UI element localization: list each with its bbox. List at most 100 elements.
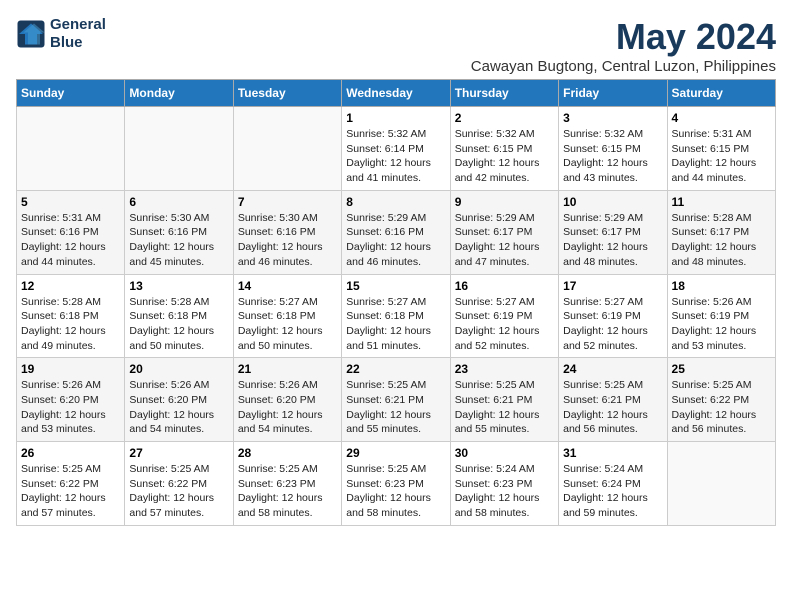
- day-number: 12: [21, 279, 120, 293]
- day-number: 25: [672, 362, 771, 376]
- day-info: Sunrise: 5:32 AM Sunset: 6:14 PM Dayligh…: [346, 127, 445, 186]
- header-day-sunday: Sunday: [17, 80, 125, 107]
- day-info: Sunrise: 5:31 AM Sunset: 6:16 PM Dayligh…: [21, 211, 120, 270]
- calendar-header-row: SundayMondayTuesdayWednesdayThursdayFrid…: [17, 80, 776, 107]
- day-number: 31: [563, 446, 662, 460]
- calendar-cell: 8 Sunrise: 5:29 AM Sunset: 6:16 PM Daylig…: [342, 190, 450, 274]
- calendar-cell: [125, 107, 233, 191]
- day-number: 26: [21, 446, 120, 460]
- day-info: Sunrise: 5:27 AM Sunset: 6:18 PM Dayligh…: [346, 295, 445, 354]
- day-info: Sunrise: 5:25 AM Sunset: 6:22 PM Dayligh…: [21, 462, 120, 521]
- day-info: Sunrise: 5:26 AM Sunset: 6:19 PM Dayligh…: [672, 295, 771, 354]
- day-info: Sunrise: 5:24 AM Sunset: 6:24 PM Dayligh…: [563, 462, 662, 521]
- calendar-cell: 1 Sunrise: 5:32 AM Sunset: 6:14 PM Daylig…: [342, 107, 450, 191]
- day-number: 19: [21, 362, 120, 376]
- day-info: Sunrise: 5:25 AM Sunset: 6:23 PM Dayligh…: [346, 462, 445, 521]
- day-number: 9: [455, 195, 554, 209]
- calendar-cell: 10 Sunrise: 5:29 AM Sunset: 6:17 PM Dayli…: [559, 190, 667, 274]
- day-number: 14: [238, 279, 337, 293]
- calendar-cell: 12 Sunrise: 5:28 AM Sunset: 6:18 PM Dayli…: [17, 274, 125, 358]
- day-info: Sunrise: 5:26 AM Sunset: 6:20 PM Dayligh…: [129, 378, 228, 437]
- calendar-cell: 14 Sunrise: 5:27 AM Sunset: 6:18 PM Dayli…: [233, 274, 341, 358]
- day-info: Sunrise: 5:25 AM Sunset: 6:23 PM Dayligh…: [238, 462, 337, 521]
- header-day-friday: Friday: [559, 80, 667, 107]
- day-info: Sunrise: 5:31 AM Sunset: 6:15 PM Dayligh…: [672, 127, 771, 186]
- calendar-cell: 6Sunrise: 5:30 AM Sunset: 6:16 PM Daylig…: [125, 190, 233, 274]
- calendar-cell: 21 Sunrise: 5:26 AM Sunset: 6:20 PM Dayli…: [233, 358, 341, 442]
- day-number: 29: [346, 446, 445, 460]
- day-info: Sunrise: 5:26 AM Sunset: 6:20 PM Dayligh…: [238, 378, 337, 437]
- day-info: Sunrise: 5:30 AM Sunset: 6:16 PM Dayligh…: [238, 211, 337, 270]
- page-header: General Blue May 2024 Cawayan Bugtong, C…: [16, 16, 776, 75]
- day-info: Sunrise: 5:25 AM Sunset: 6:22 PM Dayligh…: [672, 378, 771, 437]
- logo-icon: [16, 19, 46, 49]
- day-number: 16: [455, 279, 554, 293]
- calendar-cell: 9 Sunrise: 5:29 AM Sunset: 6:17 PM Daylig…: [450, 190, 558, 274]
- day-info: Sunrise: 5:29 AM Sunset: 6:17 PM Dayligh…: [563, 211, 662, 270]
- header-day-thursday: Thursday: [450, 80, 558, 107]
- calendar-cell: 11 Sunrise: 5:28 AM Sunset: 6:17 PM Dayli…: [667, 190, 775, 274]
- day-info: Sunrise: 5:24 AM Sunset: 6:23 PM Dayligh…: [455, 462, 554, 521]
- week-row-5: 26 Sunrise: 5:25 AM Sunset: 6:22 PM Dayli…: [17, 442, 776, 526]
- day-info: Sunrise: 5:27 AM Sunset: 6:19 PM Dayligh…: [563, 295, 662, 354]
- day-number: 1: [346, 111, 445, 125]
- day-number: 23: [455, 362, 554, 376]
- calendar-cell: 19 Sunrise: 5:26 AM Sunset: 6:20 PM Dayli…: [17, 358, 125, 442]
- logo-text: General Blue: [50, 16, 106, 52]
- day-info: Sunrise: 5:28 AM Sunset: 6:17 PM Dayligh…: [672, 211, 771, 270]
- day-info: Sunrise: 5:27 AM Sunset: 6:18 PM Dayligh…: [238, 295, 337, 354]
- day-number: 21: [238, 362, 337, 376]
- day-number: 7: [238, 195, 337, 209]
- day-info: Sunrise: 5:32 AM Sunset: 6:15 PM Dayligh…: [455, 127, 554, 186]
- calendar-cell: 7 Sunrise: 5:30 AM Sunset: 6:16 PM Daylig…: [233, 190, 341, 274]
- calendar-cell: 24 Sunrise: 5:25 AM Sunset: 6:21 PM Dayli…: [559, 358, 667, 442]
- header-day-saturday: Saturday: [667, 80, 775, 107]
- calendar-cell: [667, 442, 775, 526]
- calendar-cell: 4 Sunrise: 5:31 AM Sunset: 6:15 PM Daylig…: [667, 107, 775, 191]
- calendar-cell: 17 Sunrise: 5:27 AM Sunset: 6:19 PM Dayli…: [559, 274, 667, 358]
- week-row-2: 5Sunrise: 5:31 AM Sunset: 6:16 PM Daylig…: [17, 190, 776, 274]
- day-info: Sunrise: 5:25 AM Sunset: 6:21 PM Dayligh…: [563, 378, 662, 437]
- header-day-tuesday: Tuesday: [233, 80, 341, 107]
- calendar-cell: 26 Sunrise: 5:25 AM Sunset: 6:22 PM Dayli…: [17, 442, 125, 526]
- day-number: 11: [672, 195, 771, 209]
- day-info: Sunrise: 5:29 AM Sunset: 6:16 PM Dayligh…: [346, 211, 445, 270]
- day-info: Sunrise: 5:25 AM Sunset: 6:21 PM Dayligh…: [346, 378, 445, 437]
- calendar-cell: 2 Sunrise: 5:32 AM Sunset: 6:15 PM Daylig…: [450, 107, 558, 191]
- day-number: 20: [129, 362, 228, 376]
- day-info: Sunrise: 5:29 AM Sunset: 6:17 PM Dayligh…: [455, 211, 554, 270]
- day-number: 18: [672, 279, 771, 293]
- day-number: 3: [563, 111, 662, 125]
- week-row-3: 12 Sunrise: 5:28 AM Sunset: 6:18 PM Dayli…: [17, 274, 776, 358]
- day-number: 30: [455, 446, 554, 460]
- calendar-cell: 31 Sunrise: 5:24 AM Sunset: 6:24 PM Dayli…: [559, 442, 667, 526]
- day-info: Sunrise: 5:26 AM Sunset: 6:20 PM Dayligh…: [21, 378, 120, 437]
- calendar-cell: 23 Sunrise: 5:25 AM Sunset: 6:21 PM Dayli…: [450, 358, 558, 442]
- calendar-cell: [233, 107, 341, 191]
- calendar-cell: 22Sunrise: 5:25 AM Sunset: 6:21 PM Dayli…: [342, 358, 450, 442]
- day-number: 28: [238, 446, 337, 460]
- calendar-cell: 16 Sunrise: 5:27 AM Sunset: 6:19 PM Dayli…: [450, 274, 558, 358]
- logo: General Blue: [16, 16, 106, 52]
- calendar-cell: 3Sunrise: 5:32 AM Sunset: 6:15 PM Daylig…: [559, 107, 667, 191]
- calendar-cell: 13Sunrise: 5:28 AM Sunset: 6:18 PM Dayli…: [125, 274, 233, 358]
- day-info: Sunrise: 5:25 AM Sunset: 6:21 PM Dayligh…: [455, 378, 554, 437]
- day-info: Sunrise: 5:28 AM Sunset: 6:18 PM Dayligh…: [21, 295, 120, 354]
- day-number: 10: [563, 195, 662, 209]
- calendar-cell: 25 Sunrise: 5:25 AM Sunset: 6:22 PM Dayli…: [667, 358, 775, 442]
- calendar-cell: 20 Sunrise: 5:26 AM Sunset: 6:20 PM Dayli…: [125, 358, 233, 442]
- calendar-cell: 27Sunrise: 5:25 AM Sunset: 6:22 PM Dayli…: [125, 442, 233, 526]
- calendar-cell: 15 Sunrise: 5:27 AM Sunset: 6:18 PM Dayli…: [342, 274, 450, 358]
- day-number: 2: [455, 111, 554, 125]
- day-number: 17: [563, 279, 662, 293]
- week-row-1: 1 Sunrise: 5:32 AM Sunset: 6:14 PM Daylig…: [17, 107, 776, 191]
- day-number: 13: [129, 279, 228, 293]
- day-info: Sunrise: 5:27 AM Sunset: 6:19 PM Dayligh…: [455, 295, 554, 354]
- day-number: 24: [563, 362, 662, 376]
- day-number: 8: [346, 195, 445, 209]
- calendar-cell: 28 Sunrise: 5:25 AM Sunset: 6:23 PM Dayli…: [233, 442, 341, 526]
- day-info: Sunrise: 5:25 AM Sunset: 6:22 PM Dayligh…: [129, 462, 228, 521]
- week-row-4: 19 Sunrise: 5:26 AM Sunset: 6:20 PM Dayli…: [17, 358, 776, 442]
- day-number: 4: [672, 111, 771, 125]
- day-number: 15: [346, 279, 445, 293]
